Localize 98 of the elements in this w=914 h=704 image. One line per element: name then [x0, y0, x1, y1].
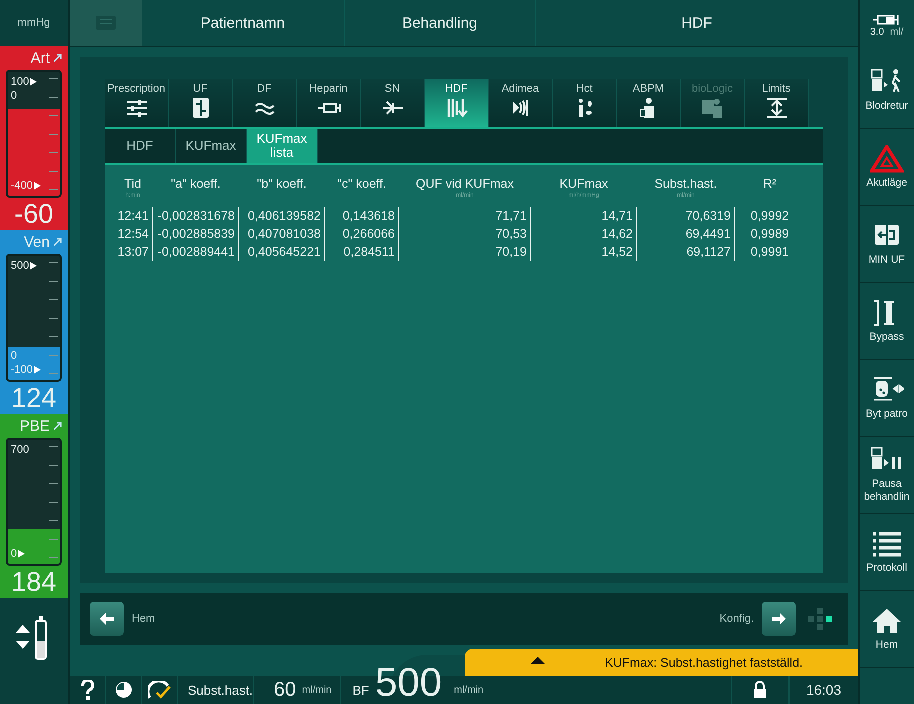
table-cell-text: 0,9989 — [750, 226, 790, 243]
clock-icon — [114, 681, 132, 699]
tab[interactable]: SN — [361, 79, 425, 127]
table-cell-text: 0,9992 — [750, 208, 790, 225]
column-header: "c" koeff. — [336, 177, 388, 193]
pressure-value: -60 — [13, 198, 55, 230]
lock-icon[interactable] — [753, 681, 767, 699]
message-text: KUFmax: Subst.hastighet fastställd. — [604, 656, 803, 670]
sub-tab[interactable]: HDF — [105, 129, 176, 163]
side-button-icon — [870, 144, 904, 173]
pressure-value: 124 — [10, 382, 58, 414]
side-button[interactable]: Bypass — [860, 283, 914, 360]
tab[interactable]: Adimea — [489, 79, 553, 127]
blood-flow-value: 500 — [374, 669, 444, 697]
back-label: Hem — [132, 613, 156, 625]
tab[interactable]: DF — [233, 79, 297, 127]
side-button[interactable]: Blodretur — [860, 52, 914, 129]
pressure-name: PBE — [20, 418, 50, 434]
triangle-icon — [531, 657, 545, 664]
subst-rate-value: 60 — [273, 678, 296, 702]
right-arrow-icon — [771, 612, 787, 626]
tab[interactable]: ABPM — [617, 79, 681, 127]
side-button[interactable]: Pausa behandlin — [860, 437, 914, 514]
table-cell: 0,406139582 — [239, 207, 325, 225]
unit-label: ml/ — [890, 27, 904, 38]
tab[interactable]: HDF — [425, 79, 489, 127]
table-cell: -0,002885839 — [153, 225, 239, 243]
table-cell: 70,19 — [399, 243, 531, 261]
column-header: R² — [762, 177, 778, 193]
side-button[interactable]: Byt patro — [860, 360, 914, 437]
column-header: "b" koeff. — [256, 177, 308, 193]
scale-label: 0 — [11, 548, 26, 560]
expand-arrow-icon — [54, 422, 62, 430]
expand-arrow-icon — [54, 238, 62, 246]
check-icon — [148, 681, 172, 699]
scale-label: 100 — [11, 76, 38, 88]
column-header: KUFmax — [558, 177, 610, 192]
table-cell: 0,284511 — [325, 243, 399, 261]
tab[interactable]: Limits — [745, 79, 809, 127]
unit-label: mmHg — [16, 16, 52, 31]
table-cell: 0,405645221 — [239, 243, 325, 261]
side-button-icon — [870, 530, 904, 558]
subst-rate-label: Subst.hast. — [178, 676, 254, 704]
pressure-panel[interactable]: Art 100 0 -400 -60 — [0, 46, 68, 230]
tab[interactable]: Heparin — [297, 79, 361, 127]
pressure-value: 184 — [10, 566, 58, 598]
blood-flow-label: BF — [352, 682, 370, 700]
unit-label: ml/min — [453, 684, 485, 698]
tab[interactable]: Prescription — [105, 79, 169, 127]
table-cell: 13:07 — [113, 243, 153, 261]
table-cell: 0,266066 — [325, 225, 399, 243]
table-cell: 14,71 — [531, 207, 637, 225]
unit-label: ml/min — [296, 676, 341, 704]
forward-label: Konfig. — [720, 613, 754, 625]
table-cell: 14,62 — [531, 225, 637, 243]
rate-value: 3.0 — [870, 27, 884, 38]
tab[interactable]: Hct — [553, 79, 617, 127]
table-cell: -0,002831678 — [153, 207, 239, 225]
column-header: Tid — [124, 177, 142, 192]
scale-label: -100 — [11, 364, 42, 376]
column-header: Subst.hast. — [654, 177, 718, 192]
table-cell: 70,6319 — [637, 207, 735, 225]
table-cell: -0,002889441 — [153, 243, 239, 261]
scale-label: 0 — [11, 90, 18, 102]
mode-title: HDF — [680, 14, 714, 34]
side-button[interactable]: MIN UF — [860, 206, 914, 283]
scale-label: 500 — [11, 260, 38, 272]
table-cell: 14,52 — [531, 243, 637, 261]
syringe-icon — [872, 14, 902, 26]
forward-button[interactable] — [762, 602, 796, 636]
expand-arrow-icon — [54, 54, 62, 62]
scale-label: 700 — [11, 444, 30, 456]
section-title: Behandling — [345, 0, 536, 46]
table-cell: 12:41 — [113, 207, 153, 225]
table-cell: 69,4491 — [637, 225, 735, 243]
help-icon — [80, 680, 94, 700]
pressure-name: Art — [30, 50, 50, 66]
column-header: QUF vid KUFmax — [415, 177, 515, 192]
back-button[interactable] — [90, 602, 124, 636]
patient-name: Patientnamn — [142, 0, 345, 46]
side-button[interactable]: Hem — [860, 591, 914, 668]
table-cell: 70,53 — [399, 225, 531, 243]
left-arrow-icon — [99, 612, 115, 626]
scale-label: 0 — [11, 350, 18, 362]
tab[interactable]: UF — [169, 79, 233, 127]
table-cell-text: 0,9991 — [750, 244, 790, 261]
pressure-name: Ven — [24, 234, 50, 250]
table-cell: 71,71 — [399, 207, 531, 225]
table-cell: 0,407081038 — [239, 225, 325, 243]
pressure-panel[interactable]: Ven 500 0 -100 124 — [0, 230, 68, 414]
column-header: "a" koeff. — [170, 177, 222, 193]
table-cell: 0,143618 — [325, 207, 399, 225]
table-cell: 12:54 — [113, 225, 153, 243]
table-cell: 69,1127 — [637, 243, 735, 261]
pressure-panel[interactable]: PBE 700 0 184 — [0, 414, 68, 598]
side-button[interactable]: Akutläge — [860, 129, 914, 206]
scale-label: -400 — [11, 180, 42, 192]
side-button[interactable]: Protokoll — [860, 514, 914, 591]
